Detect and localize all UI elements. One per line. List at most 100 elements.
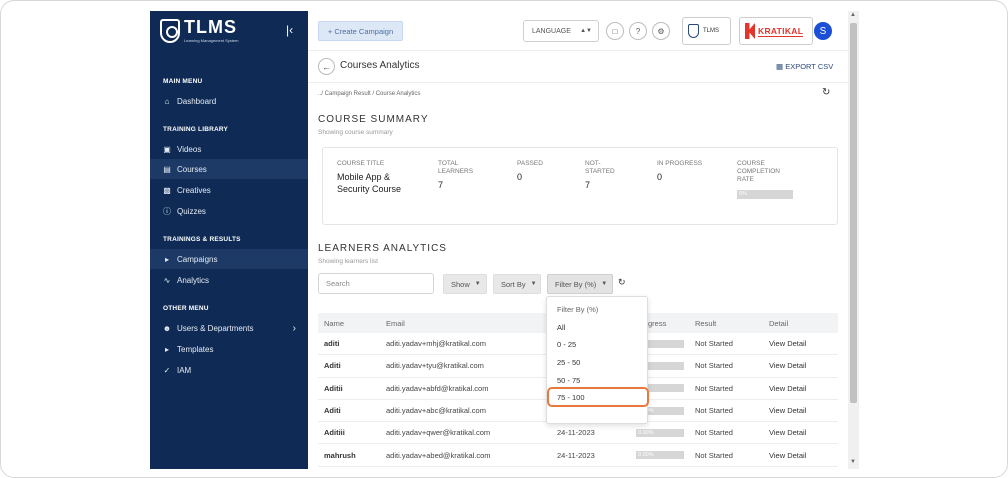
export-csv-button[interactable]: ▦ EXPORT CSV <box>776 62 833 71</box>
cell-progress: 0.00% <box>636 422 684 443</box>
brand-logo[interactable]: TLMS Learning Management System <box>160 17 300 51</box>
create-campaign-button[interactable]: + Create Campaign <box>318 21 403 41</box>
sidebar-item-templates[interactable]: ▸ Templates <box>150 339 308 359</box>
avatar[interactable]: S <box>814 22 832 40</box>
cell-detail[interactable]: View Detail <box>769 355 806 376</box>
cell-progress-text: 0.00% <box>636 451 684 460</box>
cell-name-text: Aditi <box>324 406 341 416</box>
language-select[interactable]: LANGUAGE ▲▼ <box>523 20 599 42</box>
menu-item-all[interactable]: All <box>557 323 565 332</box>
gear-icon[interactable]: ⚙ <box>652 22 670 40</box>
tlms-app-badge[interactable]: TLMS <box>682 17 731 45</box>
sort-by-label: Sort By <box>501 279 526 289</box>
sidebar-item-videos[interactable]: ▣ Videos <box>150 139 308 159</box>
highlight-box <box>547 387 649 407</box>
page-title: Courses Analytics <box>340 60 420 71</box>
cell-detail[interactable]: View Detail <box>769 400 806 421</box>
cell-result-text: Not Started <box>695 339 733 349</box>
cell-name: mahrush <box>324 444 356 465</box>
section-trainings-results: TRAININGS & RESULTS <box>163 236 241 243</box>
menu-item-25-50[interactable]: 25 - 50 <box>557 358 580 367</box>
cell-result: Not Started <box>695 422 733 443</box>
tlms-badge-label: TLMS <box>703 28 720 34</box>
sort-by-dropdown[interactable]: Sort By ▼ <box>493 274 541 294</box>
sidebar-item-label: Videos <box>177 144 202 154</box>
cell-name: Aditi <box>324 400 341 421</box>
menu-item-0-25[interactable]: 0 - 25 <box>557 340 576 349</box>
cell-date: 24-11-2023 <box>557 422 595 443</box>
scrollbar-thumb[interactable] <box>850 23 857 403</box>
scroll-up-icon[interactable]: ▲ <box>850 12 856 18</box>
cell-date-text: 24-11-2023 <box>557 428 595 438</box>
caret-down-icon: ▼ <box>474 281 481 287</box>
cell-email-text: aditi.yadav+mhj@kratikal.com <box>386 339 486 349</box>
cell-name-text: mahrush <box>324 450 356 460</box>
cell-result-text: Not Started <box>695 450 733 460</box>
summary-value: 7 <box>438 180 444 190</box>
summary-passed: PASSED 0 <box>517 160 567 183</box>
sidebar-item-iam[interactable]: ✓ IAM <box>150 360 308 380</box>
cell-name: aditi <box>324 333 339 354</box>
sidebar-item-creatives[interactable]: ▩ Creatives <box>150 180 308 200</box>
show-dropdown[interactable]: Show ▼ <box>443 274 487 294</box>
sidebar-item-dashboard[interactable]: ⌂ Dashboard <box>150 91 308 111</box>
language-label: LANGUAGE <box>532 27 571 35</box>
col-progress: gress <box>648 318 667 328</box>
table-row: Aditiii aditi.yadav+qwer@kratikal.com 24-1… <box>318 422 838 445</box>
course-summary-subheading: Showing course summary <box>318 129 393 136</box>
help-icon[interactable]: ? <box>629 22 647 40</box>
summary-value: 0 <box>517 172 523 182</box>
refresh-icon[interactable]: ↻ <box>618 277 626 288</box>
sidebar-item-users-departments[interactable]: ☻ Users & Departments › <box>150 318 308 338</box>
cell-detail[interactable]: View Detail <box>769 422 806 443</box>
cell-result-text: Not Started <box>695 428 733 438</box>
cell-detail-text: View Detail <box>769 406 807 416</box>
cell-email: aditi.yadav+abed@kratikal.com <box>386 444 491 465</box>
cell-detail-text: View Detail <box>769 383 807 393</box>
shield-logo-icon <box>688 24 699 38</box>
cell-result-text: Not Started <box>695 383 733 393</box>
col-name: Name <box>324 318 345 328</box>
summary-in-progress: IN PROGRESS 0 <box>657 160 713 183</box>
megaphone-icon: ▸ <box>164 344 169 354</box>
sidebar-item-analytics[interactable]: ∿ Analytics <box>150 270 308 290</box>
chart-icon: ∿ <box>163 275 171 285</box>
section-training-library: TRAINING LIBRARY <box>163 126 229 133</box>
cell-detail-text: View Detail <box>769 450 807 460</box>
back-arrow-icon[interactable]: ← <box>318 58 335 75</box>
summary-value: 7 <box>585 180 591 190</box>
cell-date: 24-11-2023 <box>557 444 595 465</box>
refresh-icon[interactable]: ↻ <box>822 87 830 98</box>
cell-email-text: aditi.yadav+abc@kratikal.com <box>386 406 486 416</box>
sidebar-item-courses[interactable]: ▤ Courses <box>150 159 308 179</box>
summary-total-learners: TOTAL LEARNERS 7 <box>424 160 484 214</box>
summary-completion-rate: COURSE COMPLETION RATE 0% <box>737 160 807 199</box>
cell-result: Not Started <box>695 333 733 354</box>
filter-by-dropdown[interactable]: Filter By (%) ▼ <box>547 274 613 294</box>
summary-value: 0 <box>657 172 663 182</box>
cell-detail[interactable]: View Detail <box>769 444 806 465</box>
company-logo: KRATIKAL <box>739 17 813 45</box>
scrollbar[interactable]: ▲ ▼ <box>848 11 859 469</box>
filter-dropdown-menu: Filter By (%) All 0 - 25 25 - 50 50 - 75… <box>546 296 649 424</box>
completion-progress-bar: 0% <box>737 190 793 199</box>
scroll-down-icon[interactable]: ▼ <box>850 459 856 465</box>
cell-name: Aditii <box>324 378 343 399</box>
cell-result: Not Started <box>695 400 733 421</box>
summary-header: NOT-STARTED <box>585 160 615 175</box>
sidebar-item-quizzes[interactable]: ⓘ Quizzes <box>150 201 308 221</box>
sidebar-item-campaigns[interactable]: ▸ Campaigns <box>150 249 308 269</box>
collapse-left-icon[interactable]: |‹ <box>286 23 293 37</box>
menu-item-50-75[interactable]: 50 - 75 <box>557 376 580 385</box>
cell-progress-text: 0.00% <box>636 428 684 437</box>
cell-detail[interactable]: View Detail <box>769 333 806 354</box>
sidebar-item-label: Courses <box>177 164 207 174</box>
cell-detail[interactable]: View Detail <box>769 378 806 399</box>
search-input[interactable]: Search <box>318 273 434 294</box>
cell-date-text: 24-11-2023 <box>557 450 595 460</box>
book-open-icon[interactable]: □ <box>606 22 624 40</box>
chevron-right-icon: › <box>292 322 296 334</box>
summary-value: Mobile App & Security Course <box>337 172 402 194</box>
cell-email-text: aditi.yadav+tyu@kratikal.com <box>386 361 484 371</box>
export-csv-label: EXPORT CSV <box>785 62 834 71</box>
